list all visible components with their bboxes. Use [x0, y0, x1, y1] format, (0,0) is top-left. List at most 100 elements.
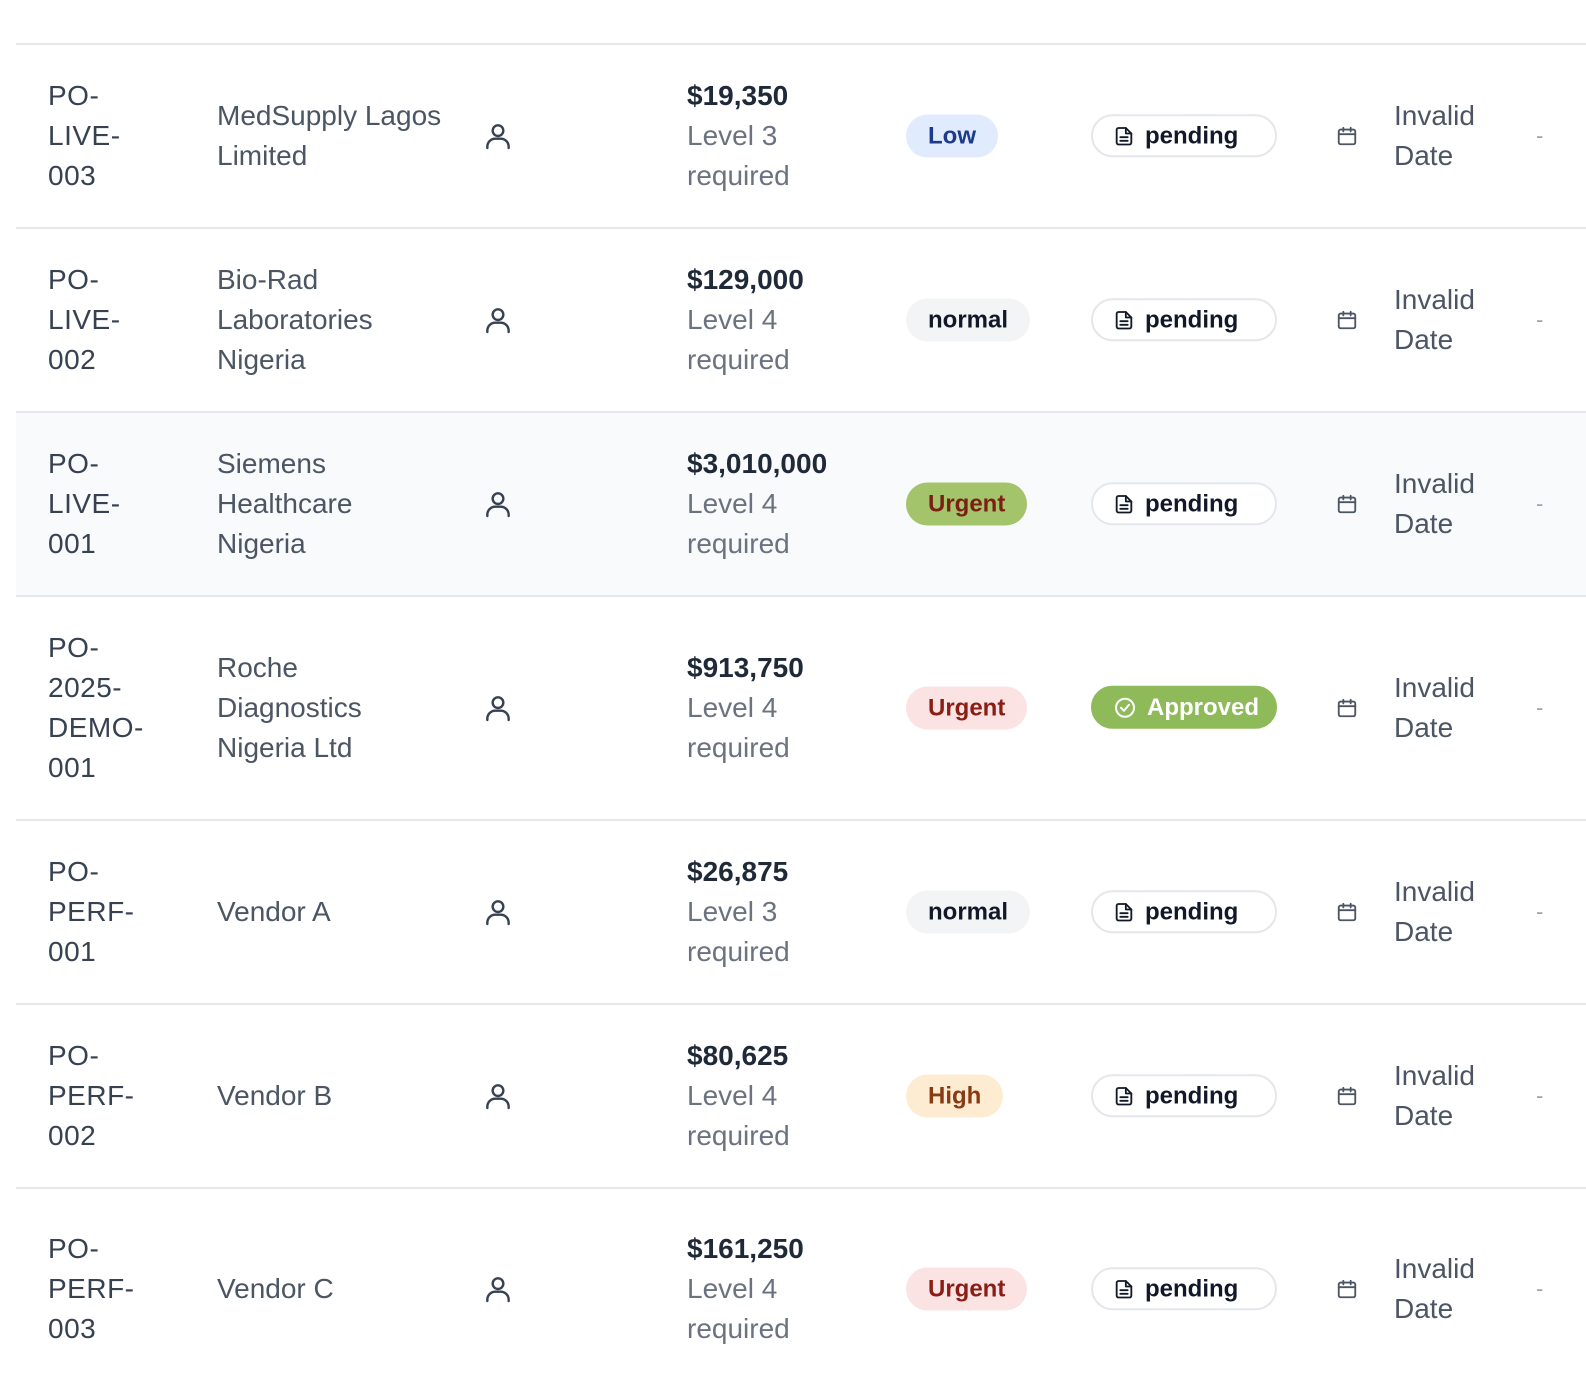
approval-level: Level 3 required — [687, 120, 790, 191]
assignee-cell[interactable] — [482, 120, 514, 152]
table-row[interactable]: PO- LIVE- 003 MedSupply Lagos Limited $1… — [16, 45, 1586, 229]
status-label: pending — [1145, 1081, 1239, 1109]
po-number[interactable]: PO- 2025- DEMO- 001 — [48, 628, 168, 788]
vendor-cell: Vendor A — [217, 892, 447, 932]
table-row[interactable]: PO- LIVE- 002 Bio-Rad Laboratories Niger… — [16, 229, 1586, 413]
vendor-name: Siemens Healthcare Nigeria — [217, 448, 353, 559]
document-icon — [1115, 1086, 1133, 1105]
vendor-name: MedSupply Lagos Limited — [217, 100, 442, 171]
user-icon[interactable] — [482, 304, 514, 336]
user-icon[interactable] — [482, 1273, 514, 1305]
approval-level: Level 4 required — [687, 304, 790, 375]
amount-cell: $19,350 Level 3 required — [687, 76, 887, 196]
date-cell: Invalid Date — [1336, 668, 1496, 748]
vendor-cell: Siemens Healthcare Nigeria — [217, 444, 447, 564]
priority-badge: Urgent — [906, 482, 1028, 526]
status-badge[interactable]: pending — [1091, 298, 1277, 342]
status-badge[interactable]: Approved — [1091, 685, 1277, 729]
date-value: Invalid Date — [1394, 1253, 1475, 1324]
user-icon[interactable] — [482, 488, 514, 520]
po-number[interactable]: PO- PERF- 003 — [48, 1229, 168, 1349]
assignee-cell[interactable] — [482, 1080, 514, 1112]
assignee-cell[interactable] — [482, 304, 514, 336]
amount-value: $161,250 — [687, 1233, 804, 1264]
amount-cell: $3,010,000 Level 4 required — [687, 444, 887, 564]
priority-badge: Urgent — [906, 686, 1028, 730]
purchase-orders-table: PO- LIVE- 003 MedSupply Lagos Limited $1… — [16, 0, 1586, 1389]
date-cell: Invalid Date — [1336, 96, 1496, 176]
amount-value: $26,875 — [687, 856, 789, 887]
assignee-cell[interactable] — [482, 896, 514, 928]
priority-badge: normal — [906, 298, 1031, 342]
table-row[interactable]: PO- 2025- DEMO- 001 Roche Diagnostics Ni… — [16, 597, 1586, 821]
approval-level: Level 4 required — [687, 488, 790, 559]
status-badge[interactable]: pending — [1091, 890, 1277, 934]
status-badge[interactable]: pending — [1091, 482, 1277, 526]
status-label: pending — [1145, 489, 1239, 517]
date-value: Invalid Date — [1394, 468, 1475, 539]
priority-cell: normal — [906, 298, 1031, 342]
po-number-cell: PO- 2025- DEMO- 001 — [48, 628, 168, 788]
empty-value: - — [1536, 1083, 1544, 1108]
amount-cell: $129,000 Level 4 required — [687, 260, 887, 380]
user-icon[interactable] — [482, 896, 514, 928]
po-number[interactable]: PO- LIVE- 003 — [48, 76, 168, 196]
po-number-cell: PO- LIVE- 002 — [48, 260, 168, 380]
user-icon[interactable] — [482, 692, 514, 724]
document-icon — [1115, 126, 1133, 145]
po-number[interactable]: PO- LIVE- 002 — [48, 260, 168, 380]
po-number[interactable]: PO- LIVE- 001 — [48, 444, 168, 564]
date-cell: Invalid Date — [1336, 872, 1496, 952]
empty-value: - — [1536, 491, 1544, 516]
table-body: PO- LIVE- 003 MedSupply Lagos Limited $1… — [16, 45, 1586, 1389]
status-label: Approved — [1147, 693, 1260, 721]
check-circle-icon — [1115, 697, 1135, 718]
assignee-cell[interactable] — [482, 1273, 514, 1305]
status-badge[interactable]: pending — [1091, 1267, 1277, 1311]
calendar-icon — [1337, 310, 1357, 330]
status-cell: pending — [1091, 1074, 1277, 1118]
calendar-icon — [1337, 1086, 1357, 1106]
date-value: Invalid Date — [1394, 100, 1475, 171]
table-row[interactable]: PO- LIVE- 001 Siemens Healthcare Nigeria… — [16, 413, 1586, 597]
amount-cell: $913,750 Level 4 required — [687, 648, 887, 768]
vendor-name: Vendor A — [217, 896, 331, 927]
amount-value: $913,750 — [687, 652, 804, 683]
priority-cell: Urgent — [906, 1267, 1028, 1311]
assignee-cell[interactable] — [482, 488, 514, 520]
vendor-cell: Vendor C — [217, 1269, 447, 1309]
table-row[interactable]: PO- PERF- 002 Vendor B $80,625 Level 4 r… — [16, 1005, 1586, 1189]
priority-badge: Urgent — [906, 1267, 1028, 1311]
priority-badge: normal — [906, 890, 1031, 934]
po-number[interactable]: PO- PERF- 002 — [48, 1036, 168, 1156]
document-icon — [1115, 494, 1133, 513]
status-badge[interactable]: pending — [1091, 114, 1277, 158]
date-cell: Invalid Date — [1336, 1056, 1496, 1136]
empty-value: - — [1536, 695, 1544, 720]
po-number-cell: PO- PERF- 003 — [48, 1229, 168, 1349]
date-value: Invalid Date — [1394, 1060, 1475, 1131]
status-cell: pending — [1091, 482, 1277, 526]
status-label: pending — [1145, 305, 1239, 333]
date-value: Invalid Date — [1394, 284, 1475, 355]
priority-cell: Urgent — [906, 482, 1028, 526]
amount-cell: $161,250 Level 4 required — [687, 1229, 887, 1349]
table-row[interactable]: PO- PERF- 003 Vendor C $161,250 Level 4 … — [16, 1189, 1586, 1389]
user-icon[interactable] — [482, 1080, 514, 1112]
amount-value: $129,000 — [687, 264, 804, 295]
po-number-cell: PO- LIVE- 001 — [48, 444, 168, 564]
po-number[interactable]: PO- PERF- 001 — [48, 852, 168, 972]
vendor-cell: Bio-Rad Laboratories Nigeria — [217, 260, 447, 380]
status-label: pending — [1145, 1274, 1239, 1302]
status-badge[interactable]: pending — [1091, 1074, 1277, 1118]
po-number-cell: PO- LIVE- 003 — [48, 76, 168, 196]
vendor-name: Roche Diagnostics Nigeria Ltd — [217, 652, 362, 763]
table-header — [16, 0, 1586, 45]
user-icon[interactable] — [482, 120, 514, 152]
empty-value: - — [1536, 123, 1544, 148]
assignee-cell[interactable] — [482, 692, 514, 724]
date-value: Invalid Date — [1394, 672, 1475, 743]
date-cell: Invalid Date — [1336, 464, 1496, 544]
approval-level: Level 3 required — [687, 896, 790, 967]
table-row[interactable]: PO- PERF- 001 Vendor A $26,875 Level 3 r… — [16, 821, 1586, 1005]
